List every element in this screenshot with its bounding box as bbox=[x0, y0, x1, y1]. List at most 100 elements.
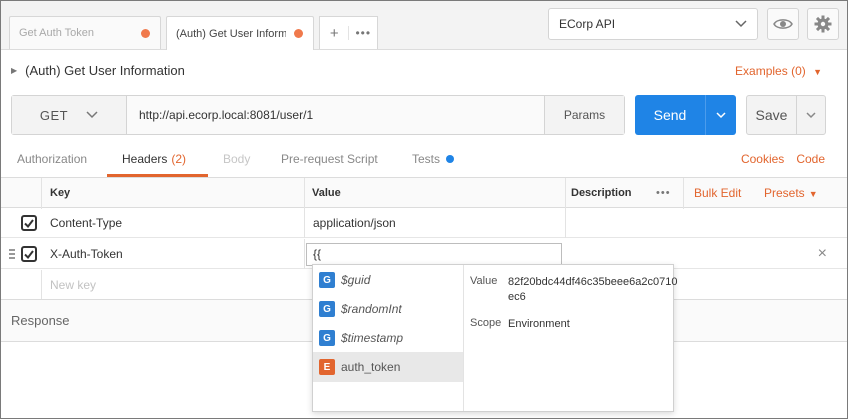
tab-body[interactable]: Body bbox=[223, 152, 250, 166]
suggestion-name: auth_token bbox=[341, 360, 401, 374]
checkmark-icon bbox=[24, 218, 34, 228]
presets-label: Presets bbox=[764, 186, 805, 200]
tab-tests-label: Tests bbox=[412, 152, 441, 166]
method-label: GET bbox=[39, 107, 69, 123]
checkmark-icon bbox=[24, 249, 34, 259]
global-variable-badge-icon: G bbox=[319, 301, 335, 317]
tab-headers[interactable]: Headers (2) bbox=[122, 152, 186, 166]
request-subtabs: Authorization Headers (2) Body Pre-reques… bbox=[1, 146, 847, 177]
tab-actions: + ••• bbox=[319, 16, 378, 49]
column-divider bbox=[565, 178, 566, 209]
examples-dropdown[interactable]: Examples (0) ▼ bbox=[735, 64, 822, 78]
suggestion-name: $timestamp bbox=[341, 331, 404, 345]
value-label: Value bbox=[470, 275, 498, 287]
delete-row-icon[interactable]: × bbox=[818, 245, 827, 263]
tab-get-user-information[interactable]: (Auth) Get User Inform bbox=[166, 16, 314, 50]
header-key[interactable]: X-Auth-Token bbox=[50, 247, 123, 261]
method-select[interactable]: GET bbox=[12, 96, 127, 134]
environment-variable-badge-icon: E bbox=[319, 359, 335, 375]
suggestion-name: $guid bbox=[341, 273, 371, 287]
caret-right-icon[interactable]: ▶ bbox=[11, 66, 17, 75]
tab-bar: Get Auth Token (Auth) Get User Inform + … bbox=[1, 1, 847, 50]
tab-authorization[interactable]: Authorization bbox=[17, 152, 87, 166]
chevron-down-icon bbox=[806, 111, 816, 118]
suggestion-name: $randomInt bbox=[341, 302, 402, 316]
code-link[interactable]: Code bbox=[796, 152, 825, 166]
column-divider bbox=[41, 178, 42, 209]
variable-value: 82f20bdc44df46c35beee6a2c0710ec6 bbox=[508, 276, 678, 303]
gear-icon bbox=[814, 15, 832, 33]
variable-value-detail: Value 82f20bdc44df46c35beee6a2c0710ec6 bbox=[470, 275, 677, 303]
table-header-row: Key Value Description ••• Bulk Edit Pres… bbox=[1, 177, 847, 209]
column-options-button[interactable]: ••• bbox=[656, 187, 671, 199]
examples-label: Examples (0) bbox=[735, 64, 806, 78]
column-description: Description bbox=[571, 187, 632, 199]
new-tab-button[interactable]: + bbox=[320, 25, 348, 42]
save-dropdown-button[interactable] bbox=[796, 96, 825, 134]
tab-pre-request-script[interactable]: Pre-request Script bbox=[281, 152, 378, 166]
app-window: Get Auth Token (Auth) Get User Inform + … bbox=[0, 0, 848, 419]
global-variable-badge-icon: G bbox=[319, 272, 335, 288]
environment-select[interactable]: ECorp API bbox=[548, 8, 758, 40]
row-enabled-checkbox[interactable] bbox=[21, 215, 37, 231]
tab-get-auth-token[interactable]: Get Auth Token bbox=[9, 16, 161, 49]
scope-label: Scope bbox=[470, 317, 502, 329]
tab-headers-label: Headers bbox=[122, 152, 168, 166]
settings-button[interactable] bbox=[807, 8, 839, 40]
url-bar: GET http://api.ecorp.local:8081/user/1 P… bbox=[11, 95, 625, 135]
request-links: Cookies Code bbox=[741, 152, 825, 166]
suggestion-item-selected[interactable]: E auth_token bbox=[313, 352, 463, 382]
response-label: Response bbox=[11, 313, 70, 328]
unsaved-dot-icon bbox=[141, 28, 150, 38]
chevron-down-icon bbox=[735, 20, 747, 28]
send-dropdown-button[interactable] bbox=[705, 95, 736, 135]
suggestion-item[interactable]: G $randomInt bbox=[313, 294, 463, 324]
caret-down-icon: ▼ bbox=[813, 67, 822, 77]
column-divider bbox=[304, 178, 305, 209]
send-button[interactable]: Send bbox=[635, 95, 705, 135]
caret-down-icon: ▼ bbox=[808, 189, 818, 199]
table-row: Content-Type application/json bbox=[1, 208, 847, 238]
save-button-group: Save bbox=[746, 95, 826, 135]
eye-icon bbox=[773, 19, 793, 29]
header-key[interactable]: Content-Type bbox=[50, 216, 122, 230]
column-divider bbox=[565, 208, 566, 238]
save-button[interactable]: Save bbox=[747, 96, 796, 134]
drag-handle-icon[interactable] bbox=[9, 249, 15, 259]
request-title[interactable]: ▶ (Auth) Get User Information bbox=[11, 63, 185, 78]
tab-tests[interactable]: Tests bbox=[412, 152, 455, 166]
column-value: Value bbox=[312, 187, 341, 199]
header-value-input[interactable]: {{ bbox=[306, 243, 562, 266]
new-key-input[interactable]: New key bbox=[50, 278, 96, 292]
column-key: Key bbox=[50, 187, 71, 199]
suggestion-item[interactable]: G $timestamp bbox=[313, 323, 463, 353]
variable-autocomplete-popup: G $guid G $randomInt G $timestamp E auth… bbox=[312, 264, 677, 412]
unsaved-dot-icon bbox=[294, 29, 303, 38]
params-button[interactable]: Params bbox=[544, 96, 624, 134]
global-variable-badge-icon: G bbox=[319, 330, 335, 346]
column-divider bbox=[304, 239, 305, 269]
column-divider bbox=[41, 270, 42, 300]
environment-quick-look-button[interactable] bbox=[767, 8, 799, 40]
environment-label: ECorp API bbox=[559, 17, 616, 31]
suggestion-item[interactable]: G $guid bbox=[313, 265, 463, 295]
tests-indicator-dot-icon bbox=[446, 155, 455, 163]
tab-label: Get Auth Token bbox=[19, 27, 95, 39]
request-name: (Auth) Get User Information bbox=[25, 63, 185, 78]
variable-scope-detail: Scope Environment bbox=[470, 317, 570, 330]
bulk-edit-link[interactable]: Bulk Edit bbox=[694, 186, 741, 200]
tab-label: (Auth) Get User Inform bbox=[176, 27, 286, 40]
column-divider bbox=[304, 208, 305, 238]
chevron-down-icon bbox=[716, 111, 726, 118]
send-button-group: Send bbox=[635, 95, 736, 135]
url-input[interactable]: http://api.ecorp.local:8081/user/1 bbox=[127, 96, 544, 134]
presets-dropdown[interactable]: Presets ▼ bbox=[764, 186, 818, 200]
popup-divider bbox=[463, 265, 464, 411]
header-value[interactable]: application/json bbox=[313, 216, 396, 230]
variable-scope: Environment bbox=[508, 318, 570, 330]
chevron-down-icon bbox=[86, 111, 98, 119]
cookies-link[interactable]: Cookies bbox=[741, 152, 784, 166]
column-divider bbox=[683, 178, 684, 209]
tab-more-button[interactable]: ••• bbox=[348, 26, 377, 40]
row-enabled-checkbox[interactable] bbox=[21, 246, 37, 262]
